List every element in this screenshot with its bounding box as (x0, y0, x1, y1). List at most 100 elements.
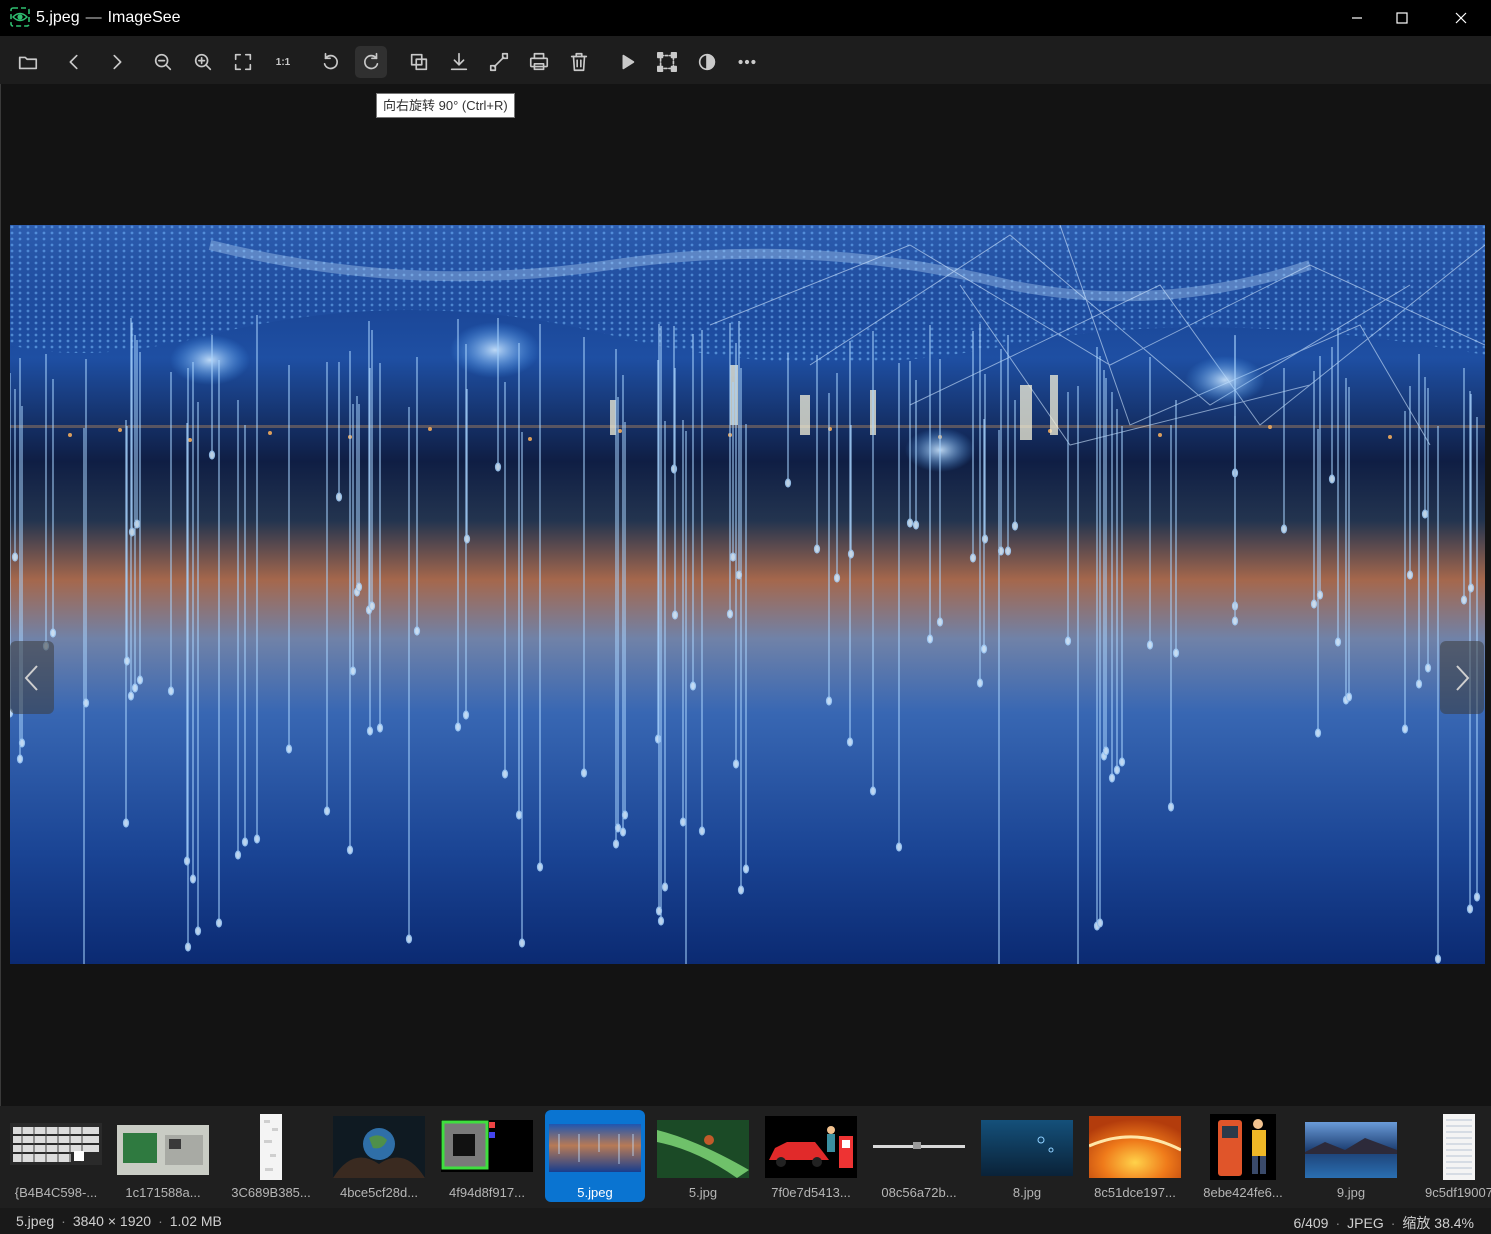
status-position: 6/409 (1293, 1215, 1329, 1231)
status-bar: 5.jpeg · 3840 × 1920 · 1.02 MB 6/409 · JPEG · 缩放… (0, 1208, 1491, 1234)
thumbnail-item[interactable]: 4bce5cf28d... (329, 1110, 429, 1202)
thumbnail-image (981, 1120, 1073, 1176)
main-image (10, 225, 1485, 964)
chevron-right-icon (113, 54, 122, 70)
thumbnail-caption: 4f94d8f917... (449, 1185, 525, 1200)
crop-icon (657, 52, 677, 72)
thumbnail-caption: 9c5df19007 (1425, 1185, 1491, 1200)
thumbnail-item[interactable]: 9c5df19007 (1409, 1110, 1491, 1202)
thumbnail-caption: 9.jpg (1336, 1185, 1366, 1200)
thumbnail-image (333, 1116, 425, 1178)
previous-button[interactable] (58, 46, 90, 78)
thumbnail-caption: 3C689B385... (231, 1185, 311, 1200)
rotate-cw-icon (364, 52, 379, 70)
contrast-icon (698, 53, 716, 71)
resize-button[interactable] (483, 46, 515, 78)
play-icon (622, 54, 635, 70)
thumbnail-image (117, 1125, 209, 1175)
minimize-button[interactable] (1334, 0, 1380, 36)
thumbnail-item[interactable]: 5.jpeg (545, 1110, 645, 1202)
rotate-ccw-icon (323, 52, 338, 70)
thumbnail-caption: 5.jpg (688, 1185, 718, 1200)
status-file-name: 5.jpeg (16, 1213, 55, 1229)
thumbnail-image (260, 1114, 282, 1180)
thumbnail-caption: 8.jpg (1012, 1185, 1042, 1200)
zoom-out-icon (154, 53, 172, 71)
close-button[interactable] (1438, 0, 1484, 36)
thumbnail-image (1210, 1114, 1276, 1180)
thumbnail-image (765, 1116, 857, 1178)
fit-screen-icon (234, 53, 252, 71)
thumbnail-item[interactable]: 08c56a72b... (869, 1110, 969, 1202)
thumbnail-item[interactable]: 4f94d8f917... (437, 1110, 537, 1202)
minimize-icon (1352, 17, 1362, 19)
next-image-button[interactable] (1440, 641, 1484, 714)
thumbnail-item[interactable]: 1c171588a... (113, 1110, 213, 1202)
download-icon (450, 52, 468, 71)
thumbnail-image (549, 1124, 641, 1172)
actual-size-button[interactable]: 1:1 (267, 46, 299, 78)
actual-size-label: 1:1 (275, 56, 291, 68)
close-icon (1455, 12, 1467, 24)
thumbnail-strip: {B4B4C598-... 1c171588a... 3C689B385... … (0, 1106, 1491, 1208)
status-dimensions: 3840 × 1920 (72, 1213, 152, 1229)
thumbnail-item[interactable]: 9.jpg (1301, 1110, 1401, 1202)
thumbnail-item[interactable]: 8c51dce197... (1085, 1110, 1185, 1202)
rotate-right-tooltip: 向右旋转 90° (Ctrl+R) (376, 93, 515, 118)
delete-button[interactable] (563, 46, 595, 78)
eye-app-icon (10, 7, 30, 27)
thumbnail-caption: 4bce5cf28d... (339, 1185, 419, 1200)
zoom-out-button[interactable] (147, 46, 179, 78)
status-zoom: 缩放 38.4% (1402, 1215, 1474, 1231)
rotate-left-button[interactable] (315, 46, 347, 78)
thumbnail-item[interactable]: 8.jpg (977, 1110, 1077, 1202)
adjust-button[interactable] (691, 46, 723, 78)
status-separator: · (158, 1213, 163, 1229)
thumbnail-caption: 1c171588a... (125, 1185, 201, 1200)
fit-window-button[interactable] (227, 46, 259, 78)
thumbnail-item[interactable]: 5.jpg (653, 1110, 753, 1202)
image-viewer[interactable] (0, 84, 1491, 1106)
slideshow-button[interactable] (611, 46, 643, 78)
thumbnail-image (1089, 1116, 1181, 1178)
thumbnail-image (10, 1123, 102, 1165)
copy-button[interactable] (403, 46, 435, 78)
save-button[interactable] (443, 46, 475, 78)
rotate-right-button[interactable] (355, 46, 387, 78)
thumbnail-caption: 8c51dce197... (1094, 1185, 1176, 1200)
status-separator: · (1390, 1215, 1396, 1231)
previous-image-button[interactable] (10, 641, 54, 714)
resize-icon (489, 52, 509, 72)
thumbnail-image (1305, 1122, 1397, 1178)
zoom-in-icon (194, 53, 212, 71)
maximize-button[interactable] (1379, 0, 1425, 36)
more-button[interactable] (731, 46, 763, 78)
folder-icon (18, 56, 38, 70)
thumbnail-caption: 5.jpeg (577, 1185, 613, 1200)
status-view-info: 6/409 · JPEG · 缩放 38.4% (1293, 1213, 1474, 1233)
title-file-name: 5.jpeg (36, 9, 80, 26)
thumbnail-image (1443, 1114, 1475, 1180)
thumbnail-item[interactable]: 7f0e7d5413... (761, 1110, 861, 1202)
title-bar: 5.jpeg — ImageSee (0, 0, 1491, 36)
thumbnail-item[interactable]: {B4B4C598-... (6, 1110, 106, 1202)
print-button[interactable] (523, 46, 555, 78)
open-folder-button[interactable] (12, 46, 44, 78)
thumbnail-image (441, 1120, 533, 1172)
status-file-info: 5.jpeg · 3840 × 1920 · 1.02 MB (16, 1213, 222, 1229)
next-button[interactable] (101, 46, 133, 78)
trash-icon (570, 52, 588, 72)
thumbnail-item[interactable]: 3C689B385... (221, 1110, 321, 1202)
thumbnail-image (657, 1120, 749, 1178)
maximize-icon (1396, 12, 1408, 24)
thumbnail-caption: 08c56a72b... (881, 1185, 957, 1200)
thumbnail-caption: 7f0e7d5413... (771, 1185, 851, 1200)
thumbnail-caption: {B4B4C598-... (14, 1185, 98, 1200)
chevron-left-icon (24, 664, 38, 691)
crop-button[interactable] (651, 46, 683, 78)
status-separator: · (1335, 1215, 1341, 1231)
chevron-right-icon (1456, 664, 1470, 691)
printer-icon (529, 52, 549, 71)
thumbnail-item[interactable]: 8ebe424fe6... (1193, 1110, 1293, 1202)
zoom-in-button[interactable] (187, 46, 219, 78)
